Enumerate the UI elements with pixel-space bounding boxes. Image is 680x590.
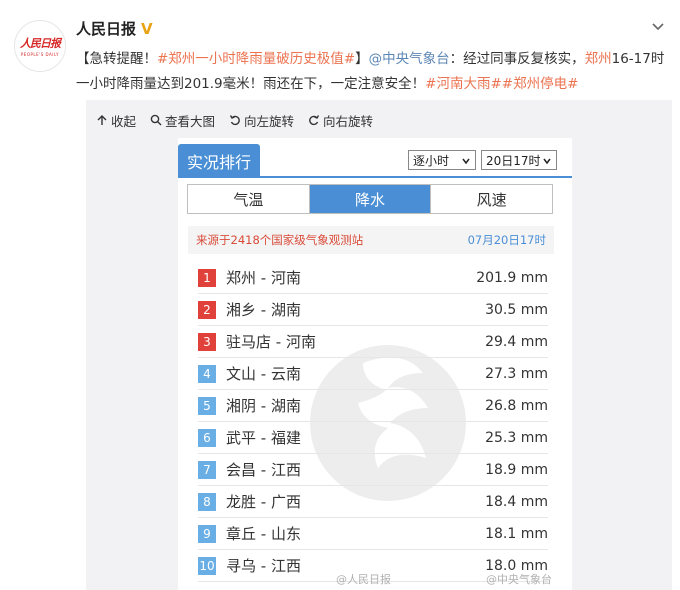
source-text: 来源于2418个国家级气象观测站 [196,233,364,247]
author-name[interactable]: 人民日报 [76,18,136,39]
rainfall-value: 29.4 mm [485,333,548,350]
station-name: 驻马店 - 河南 [226,333,316,351]
rainfall-value: 18.4 mm [485,493,548,510]
rainfall-value: 25.3 mm [485,429,548,446]
table-row: 2 湘乡 - 湖南 30.5 mm [198,294,548,326]
rank-badge: 5 [198,396,216,415]
rank-badge: 6 [198,428,216,447]
rank-badge: 4 [198,364,216,383]
rank-badge: 8 [198,492,216,511]
chevron-down-icon[interactable] [650,18,666,34]
watermark-text: @中央气象台 [486,573,552,586]
rainfall-value: 201.9 mm [476,269,548,286]
avatar[interactable]: 人民日报 PEOPLE'S DAILY [14,20,66,72]
table-row: 4 文山 - 云南 27.3 mm [198,358,548,390]
collapse-icon [97,115,107,125]
rank-badge: 9 [198,524,216,543]
ranking-header: 实况排行 逐小时 20日17时 [178,138,572,178]
observation-date: 07月20日17时 [467,233,546,247]
station-name: 湘阴 - 湖南 [226,397,301,415]
ranking-list: 1 郑州 - 河南 201.9 mm 2 湘乡 - 湖南 30.5 mm 3 驻马店 - 河南… [198,262,548,582]
interval-select-value: 逐小时 [413,153,450,168]
collapse-button[interactable]: 收起 [96,110,136,130]
station-name: 湘乡 - 湖南 [226,301,301,319]
rainfall-value: 27.3 mm [485,365,548,382]
tab-temperature[interactable]: 气温 [188,185,310,213]
avatar-logo: 人民日报 [20,37,61,50]
table-row: 6 武平 - 福建 25.3 mm [198,422,548,454]
station-name: 章丘 - 山东 [226,525,301,543]
rank-badge: 1 [198,268,216,287]
station-name: 武平 - 福建 [226,429,301,447]
chevron-down-icon [543,158,551,165]
rank-badge: 3 [198,332,216,351]
source-bar: 来源于2418个国家级气象观测站 07月20日17时 [188,226,554,254]
post-text-segment: ：经过同事反复核实， [449,51,585,67]
table-row: 1 郑州 - 河南 201.9 mm [198,262,548,294]
weibo-post: 人民日报 PEOPLE'S DAILY 人民日报 V 【急转提醒！#郑州一小时降… [0,0,680,590]
tab-ranking[interactable]: 实况排行 [178,144,260,178]
rotate-right-button[interactable]: 向右旋转 [308,110,373,130]
post-text: 【急转提醒！#郑州一小时降雨量破历史极值#】@中央气象台：经过同事反复核实，郑州… [76,47,666,97]
hashtag-link[interactable]: #郑州一小时降雨量破历史极值# [157,51,355,67]
rotate-right-icon [309,115,320,126]
post-text-segment: 】 [355,51,369,67]
station-name: 会昌 - 江西 [226,461,301,479]
table-row: 8 龙胜 - 广西 18.4 mm [198,486,548,518]
rainfall-value: 26.8 mm [485,397,548,414]
search-icon [150,114,162,126]
rainfall-value: 30.5 mm [485,301,548,318]
time-select-value: 20日17时 [486,153,541,168]
hashtag-link[interactable]: #郑州停电# [502,76,579,92]
view-large-button[interactable]: 查看大图 [150,110,215,130]
rotate-left-button[interactable]: 向左旋转 [229,110,294,130]
tab-precipitation[interactable]: 降水 [309,185,432,213]
header-divider [178,176,572,178]
rank-badge: 7 [198,460,216,479]
rank-badge: 2 [198,300,216,319]
watermark-text: @人民日报 [336,573,391,586]
view-large-label: 查看大图 [165,113,216,129]
collapse-label: 收起 [111,113,137,129]
rank-badge: 10 [198,556,216,575]
interval-select[interactable]: 逐小时 [408,150,476,170]
station-name: 郑州 - 河南 [226,269,301,287]
rotate-left-icon [229,115,240,126]
hashtag-link[interactable]: #河南大雨# [425,76,502,92]
rainfall-value: 18.1 mm [485,525,548,542]
post-text-segment: 【急转提醒！ [76,51,157,67]
table-row: 3 驻马店 - 河南 29.4 mm [198,326,548,358]
mention-link[interactable]: @中央气象台 [369,51,450,67]
table-row: 9 章丘 - 山东 18.1 mm [198,518,548,550]
location-link[interactable]: 郑州 [585,51,612,67]
table-row: 5 湘阴 - 湖南 26.8 mm [198,390,548,422]
station-name: 文山 - 云南 [226,365,301,383]
tab-wind-speed[interactable]: 风速 [431,185,552,213]
author-name-row: 人民日报 V [76,18,153,39]
rainfall-value: 18.9 mm [485,461,548,478]
image-toolbar: 收起 查看大图 向左旋转 向右旋转 [96,110,387,130]
rotate-left-label: 向左旋转 [244,113,295,129]
verified-icon: V [141,19,153,38]
table-row: 7 会昌 - 江西 18.9 mm [198,454,548,486]
avatar-logo-sub: PEOPLE'S DAILY [20,52,60,57]
chevron-down-icon [462,158,470,165]
ranking-screenshot[interactable]: 实况排行 逐小时 20日17时 气温 降水 风速 来源于2418个国家级气象观测… [178,138,572,590]
station-name: 寻乌 - 江西 [226,557,301,575]
station-name: 龙胜 - 广西 [226,493,301,511]
metric-tabs: 气温 降水 风速 [187,184,553,214]
rotate-right-label: 向右旋转 [323,113,374,129]
time-select[interactable]: 20日17时 [481,150,557,170]
